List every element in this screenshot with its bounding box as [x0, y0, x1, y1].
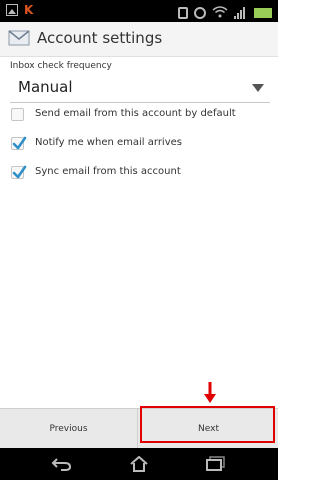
- inbox-check-dropdown[interactable]: Manual: [10, 72, 270, 103]
- navigation-bar: [0, 448, 278, 480]
- dropdown-arrow-icon: [252, 84, 264, 92]
- recent-apps-icon[interactable]: [205, 456, 227, 472]
- option-label: Notify me when email arrives: [35, 137, 182, 148]
- signal-icon: [234, 6, 248, 19]
- option-send-default[interactable]: Send email from this account by default: [0, 103, 278, 129]
- alarm-icon: [194, 6, 206, 19]
- checkbox-notify[interactable]: [11, 136, 27, 150]
- annotation-arrow-icon: [204, 382, 216, 403]
- status-bar: K: [0, 0, 278, 22]
- kaspersky-icon: K: [24, 3, 34, 17]
- home-icon[interactable]: [128, 455, 150, 472]
- option-sync[interactable]: Sync email from this account: [0, 161, 278, 187]
- gallery-icon: [6, 4, 18, 16]
- back-icon[interactable]: [51, 456, 73, 472]
- option-label: Sync email from this account: [35, 166, 181, 177]
- checkbox-sync[interactable]: [11, 165, 27, 179]
- page-title: Account settings: [37, 29, 163, 47]
- inbox-check-label: Inbox check frequency: [10, 61, 112, 71]
- previous-button[interactable]: Previous: [0, 409, 138, 449]
- next-highlight-box: [140, 406, 275, 443]
- checkbox-send-default[interactable]: [11, 108, 24, 121]
- check-icon: [12, 136, 27, 150]
- dropdown-value: Manual: [18, 78, 73, 96]
- option-notify[interactable]: Notify me when email arrives: [0, 132, 278, 158]
- check-icon: [12, 165, 27, 179]
- option-label: Send email from this account by default: [35, 108, 236, 119]
- action-bar: Account settings: [0, 22, 278, 57]
- vibrate-icon: [178, 6, 188, 19]
- mail-icon: [8, 29, 30, 47]
- wifi-icon: [212, 3, 228, 22]
- battery-icon: [254, 7, 272, 18]
